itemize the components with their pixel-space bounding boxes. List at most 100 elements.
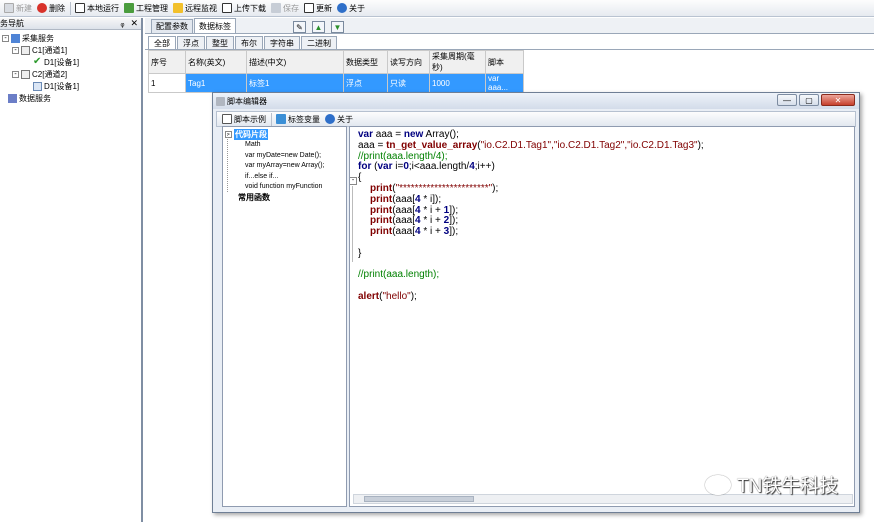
common-functions-node[interactable]: 常用函数 (225, 192, 346, 203)
table-cell[interactable]: var aaa... (485, 73, 524, 93)
dialog-title-bar[interactable]: 脚本编辑器 — ▢ ✕ (213, 93, 859, 109)
main-toolbar: 新建 删除 本地运行 工程管理 远程监视 上传下载 保存 更新 关于 (0, 0, 874, 17)
tree-node-c2-d1[interactable]: D1[设备1] (0, 80, 141, 92)
snippet-item[interactable]: var myDate=new Date(); (225, 150, 346, 161)
tag-variable-button[interactable]: 标签变量 (274, 112, 322, 127)
collapse-icon[interactable]: - (2, 34, 9, 42)
nav-title-bar: 务导航 ᵩ ✕ (0, 18, 141, 30)
tab-float[interactable]: 浮点 (177, 36, 205, 49)
table-cell[interactable]: 1000 (429, 73, 486, 93)
column-header[interactable]: 采集周期(毫秒) (429, 50, 486, 74)
type-tabs: 全部 浮点 整型 布尔 字符串 二进制 (145, 36, 874, 50)
tag-table: 序号 名称(英文) 描述(中文) 数据类型 读写方向 采集周期(毫秒) 脚本 1… (148, 50, 524, 93)
table-row[interactable]: 1 Tag1 标签1 浮点 只读 1000 var aaa... (148, 73, 524, 93)
dialog-toolbar: 脚本示例 标签变量 关于 (216, 111, 856, 127)
snippet-item[interactable]: var myArray=new Array(); (225, 161, 346, 172)
snippet-item[interactable]: Math (225, 140, 346, 151)
wechat-icon (705, 474, 731, 495)
tab-config-params[interactable]: 配置参数 (151, 19, 193, 33)
maximize-button[interactable]: ▢ (799, 94, 819, 106)
fold-guide-line (352, 186, 353, 262)
minimize-button[interactable]: — (777, 94, 797, 106)
tab-data-tags[interactable]: 数据标签 (194, 18, 236, 33)
column-header[interactable]: 读写方向 (387, 50, 430, 74)
refresh-icon (304, 3, 314, 13)
save-button[interactable]: 保存 (269, 1, 301, 16)
snippet-section[interactable]: - 代码片段 (225, 128, 346, 140)
code-line: aaa = tn_get_value_array("io.C2.D1.Tag1"… (358, 139, 704, 151)
new-icon (4, 3, 14, 13)
app-window: 新建 删除 本地运行 工程管理 远程监视 上传下载 保存 更新 关于 务导航 ᵩ… (0, 0, 874, 522)
toolbar-separator (271, 112, 272, 126)
collapse-icon[interactable]: - (12, 46, 19, 54)
table-cell[interactable]: 只读 (387, 73, 430, 93)
tab-string[interactable]: 字符串 (264, 36, 300, 49)
table-cell[interactable]: 标签1 (246, 73, 344, 93)
column-header[interactable]: 脚本 (485, 50, 524, 74)
tab-binary[interactable]: 二进制 (301, 36, 337, 49)
column-header[interactable]: 数据类型 (343, 50, 388, 74)
tab-int[interactable]: 整型 (206, 36, 234, 49)
fold-toggle-icon[interactable]: - (350, 177, 357, 185)
checkbox-icon (222, 3, 232, 13)
code-editor[interactable]: - var aaa = new Array(); aaa = tn_get_va… (349, 126, 855, 507)
checkmark-icon: ✔ (33, 55, 42, 67)
table-cell[interactable]: 浮点 (343, 73, 388, 93)
about-button[interactable]: 关于 (335, 1, 367, 16)
code-line: alert("hello"); (358, 290, 417, 302)
arrow-up-icon[interactable]: ▲ (312, 21, 325, 33)
device-icon (33, 81, 42, 91)
lightning-icon (173, 3, 183, 13)
about-icon (325, 114, 335, 124)
close-button[interactable]: ✕ (821, 94, 855, 106)
column-header[interactable]: 序号 (148, 50, 186, 74)
tree-node-c1[interactable]: - C1[通道1] (0, 44, 141, 56)
delete-icon (37, 3, 47, 13)
table-cell[interactable]: 1 (148, 73, 186, 93)
collapse-icon[interactable]: - (12, 70, 19, 78)
edit-icon[interactable]: ✎ (293, 21, 306, 33)
arrow-down-icon[interactable]: ▼ (331, 21, 344, 33)
dialog-about-button[interactable]: 关于 (323, 112, 355, 127)
project-icon (124, 3, 134, 13)
column-header[interactable]: 描述(中文) (246, 50, 344, 74)
table-cell[interactable]: Tag1 (185, 73, 247, 93)
upload-download-button[interactable]: 上传下载 (220, 1, 268, 16)
script-example-button[interactable]: 脚本示例 (220, 112, 268, 127)
tab-all[interactable]: 全部 (148, 36, 176, 49)
close-icon[interactable]: ✕ (130, 18, 138, 29)
new-button[interactable]: 新建 (2, 1, 34, 16)
snippet-item[interactable]: void function myFunction (225, 182, 346, 193)
tab-bool[interactable]: 布尔 (235, 36, 263, 49)
code-text[interactable]: var aaa = new Array(); aaa = tn_get_valu… (358, 129, 704, 303)
folder-icon (11, 33, 20, 43)
channel-icon (21, 45, 30, 55)
update-button[interactable]: 更新 (302, 1, 334, 16)
editor-icon (216, 96, 225, 106)
scrollbar-thumb[interactable] (364, 496, 474, 502)
project-manage-button[interactable]: 工程管理 (122, 1, 170, 16)
watermark: TN铁牛科技 (705, 471, 838, 498)
remote-monitor-button[interactable]: 远程监视 (171, 1, 219, 16)
top-tabs: 配置参数 数据标签 ✎ ▲ ▼ (145, 18, 874, 34)
code-line: print(aaa[4 * i + 3]); (370, 226, 459, 238)
about-icon (337, 3, 347, 13)
toolbar-separator (70, 1, 71, 15)
data-service-icon (8, 93, 17, 103)
service-navigation-panel: 务导航 ᵩ ✕ - 采集服务 - C1[通道1] ✔ D1[设备1] - C2[通道2]… (0, 18, 143, 522)
channel-icon (21, 69, 30, 79)
column-header[interactable]: 名称(英文) (185, 50, 247, 74)
tree-node-c2[interactable]: - C2[通道2] (0, 68, 141, 80)
snippet-item[interactable]: if...else if... (225, 171, 346, 182)
tree-node-data[interactable]: 数据服务 (0, 92, 141, 104)
code-line: //print(aaa.length); (358, 269, 440, 281)
pin-icon[interactable]: ᵩ (120, 18, 124, 29)
delete-button[interactable]: 删除 (35, 1, 67, 16)
table-header-row: 序号 名称(英文) 描述(中文) 数据类型 读写方向 采集周期(毫秒) 脚本 (148, 50, 524, 74)
tree-node-c1-d1[interactable]: ✔ D1[设备1] (0, 56, 141, 68)
tree-node-collect[interactable]: - 采集服务 (0, 32, 141, 44)
local-run-button[interactable]: 本地运行 (73, 1, 121, 16)
tree-guide-line (227, 133, 228, 192)
code-line: } (358, 247, 362, 259)
